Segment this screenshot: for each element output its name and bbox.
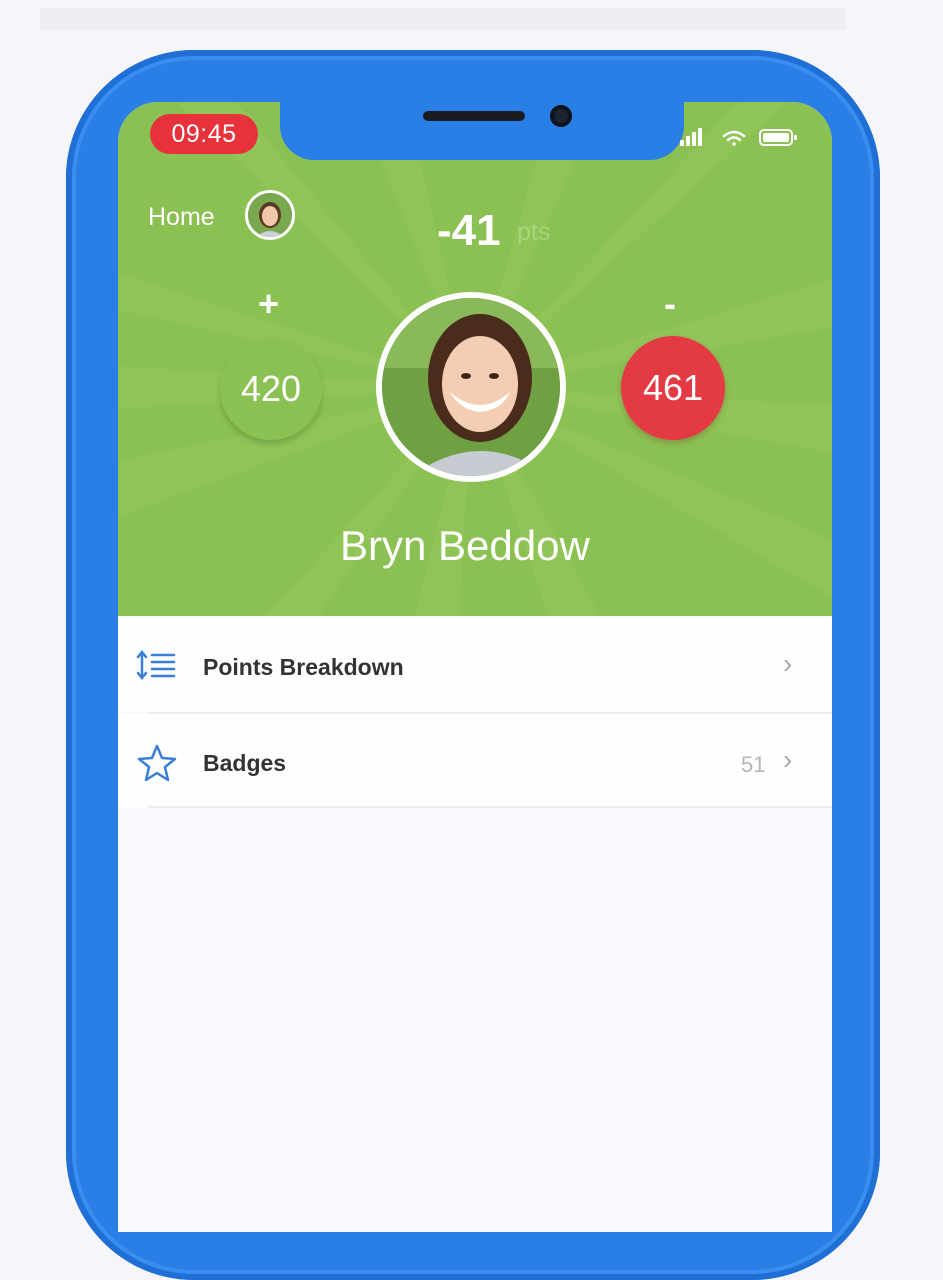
menu-item-points-breakdown[interactable]: Points Breakdown ›: [118, 618, 832, 712]
top-strip: [40, 8, 846, 30]
signal-icon: [680, 128, 702, 146]
status-icons: [680, 128, 797, 146]
chevron-right-icon: ›: [783, 648, 793, 679]
badges-count: 51: [741, 752, 766, 777]
student-name: Bryn Beddow: [340, 522, 590, 569]
student-photo-icon: [382, 298, 560, 476]
chevron-right-icon: ›: [783, 744, 793, 775]
battery-icon: [759, 129, 797, 146]
camera-icon: [550, 105, 572, 127]
menu-item-label: Badges: [203, 750, 287, 776]
status-time: 09:45: [150, 114, 258, 154]
student-avatar[interactable]: [376, 292, 566, 482]
negative-symbol: -: [664, 283, 676, 324]
avatar-photo-icon: [248, 193, 292, 237]
total-points: -41: [437, 206, 501, 255]
menu-item-label: Points Breakdown: [203, 654, 404, 680]
positive-points-button[interactable]: 420: [220, 338, 322, 440]
speaker-icon: [423, 111, 525, 121]
positive-symbol: +: [258, 283, 280, 324]
sort-list-icon: [136, 649, 176, 681]
home-avatar[interactable]: [245, 190, 295, 240]
home-link[interactable]: Home: [148, 203, 215, 232]
negative-points-button[interactable]: 461: [621, 336, 725, 440]
menu-divider: [148, 806, 832, 808]
star-outline-icon: [137, 744, 177, 782]
wifi-icon: [722, 130, 746, 146]
points-unit: pts: [517, 218, 551, 246]
menu-item-badges[interactable]: Badges 51 ›: [118, 714, 832, 808]
